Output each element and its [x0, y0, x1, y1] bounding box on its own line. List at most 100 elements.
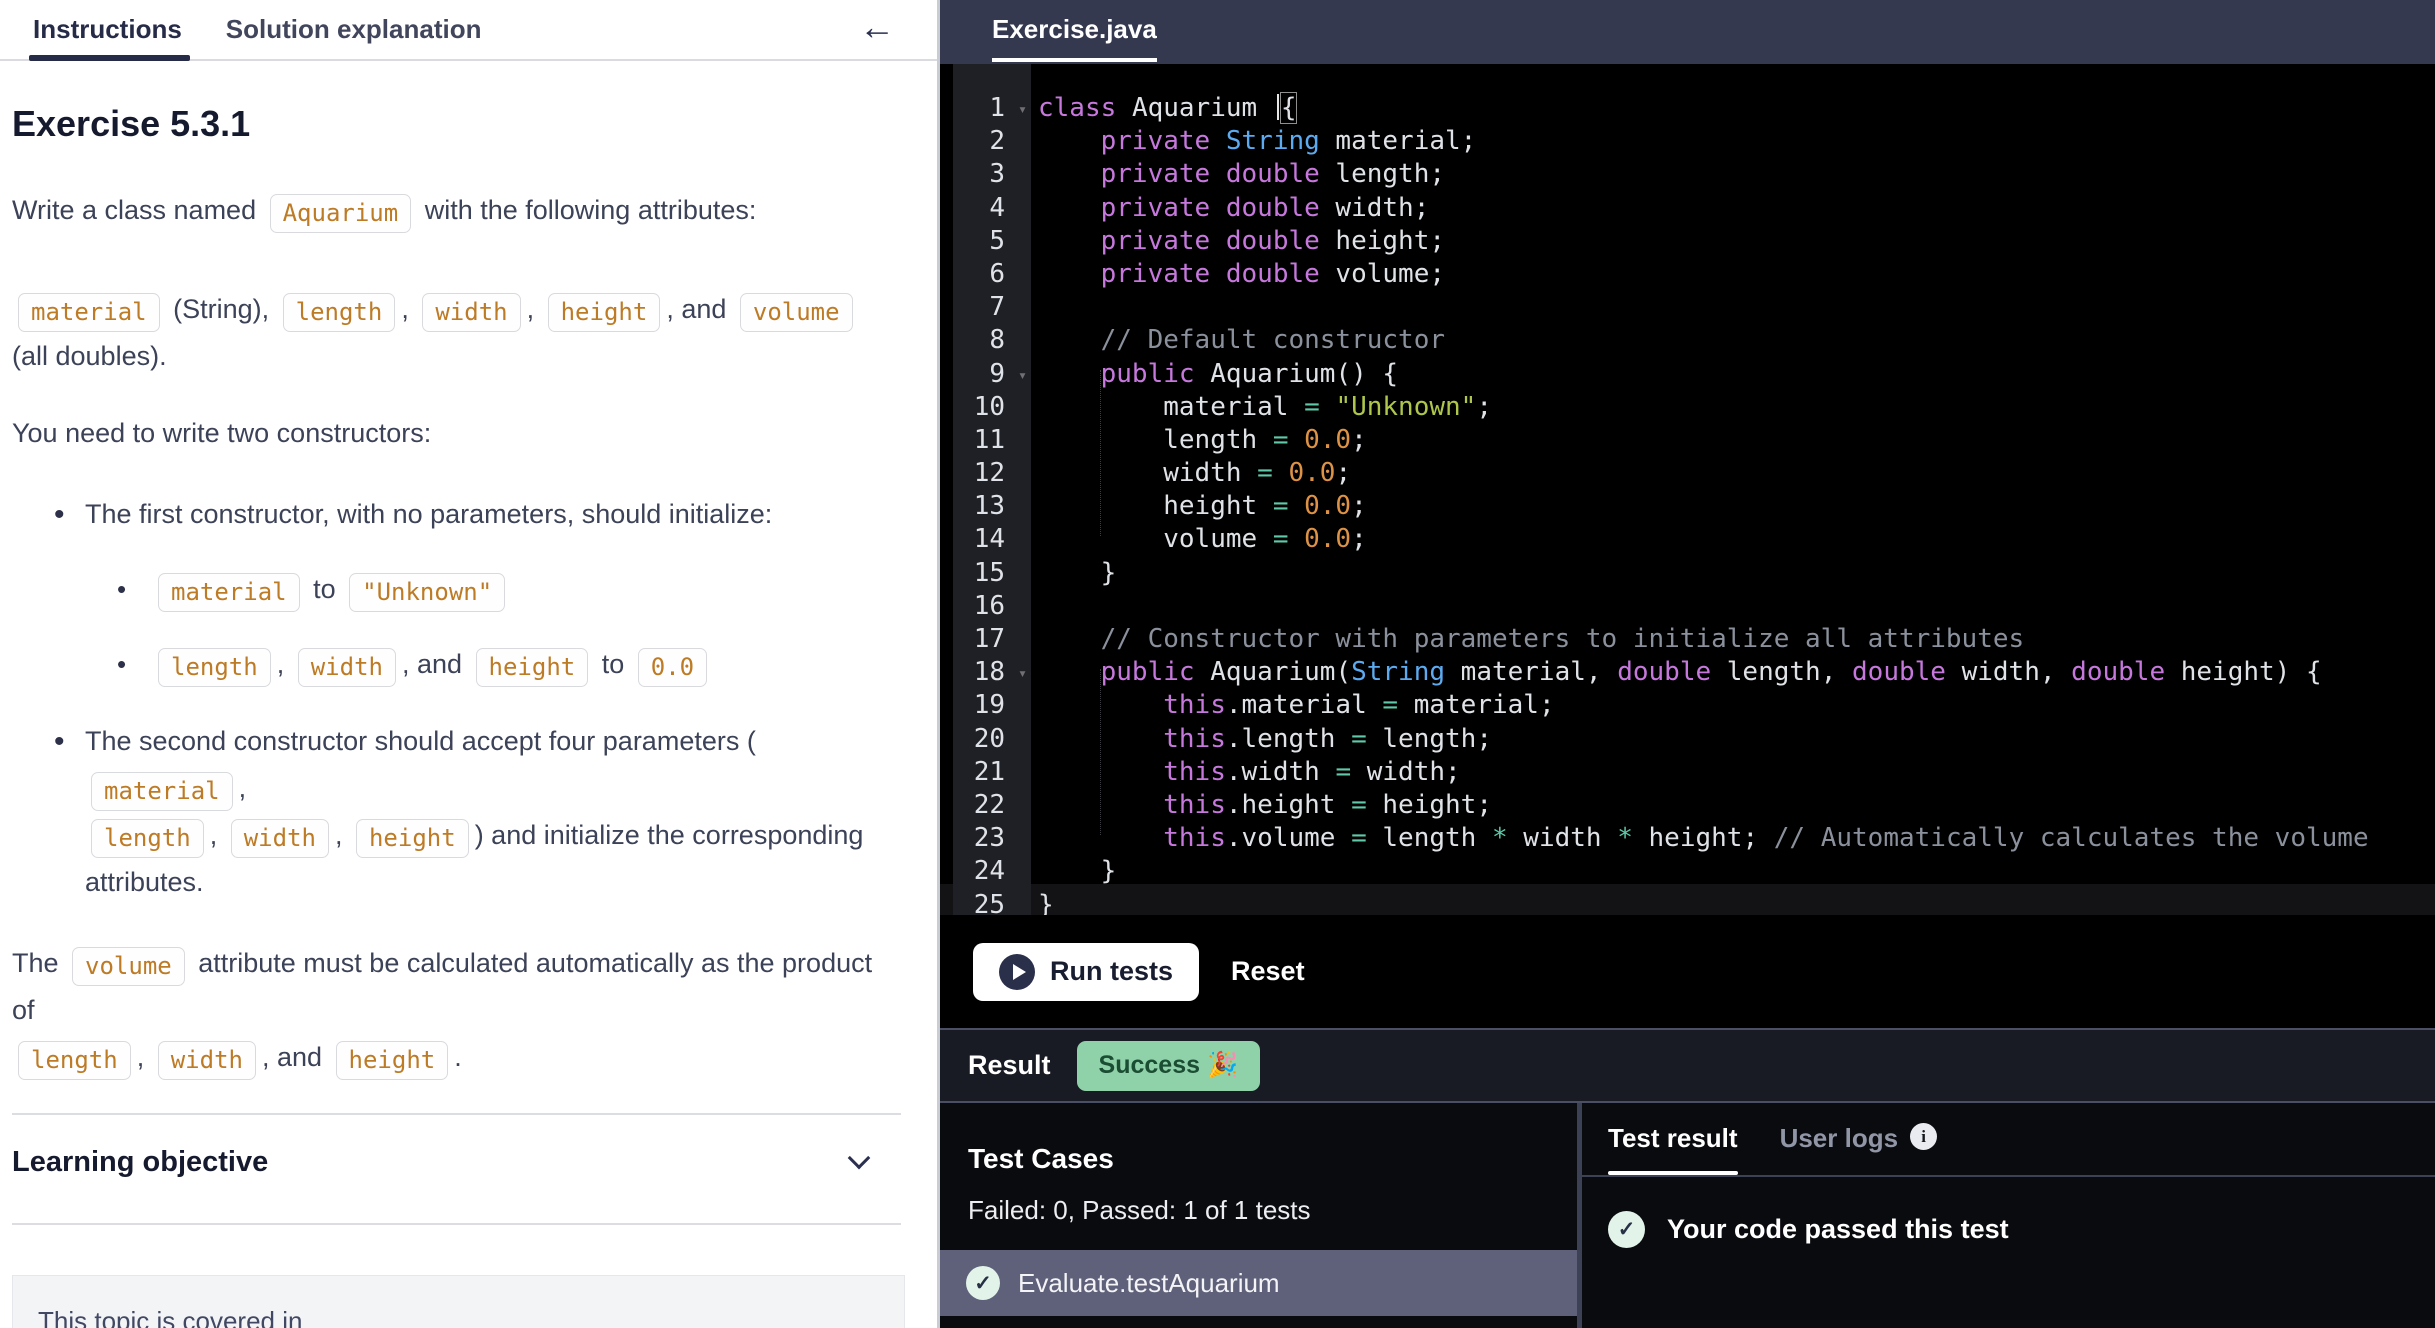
- test-result-content: Your code passed this test: [1608, 1211, 2435, 1248]
- back-arrow-icon[interactable]: ←: [859, 6, 895, 48]
- play-icon: [999, 954, 1035, 990]
- line-number: 23: [953, 823, 1031, 856]
- result-bar: Result Success 🎉: [940, 1028, 2435, 1103]
- constructors-paragraph: You need to write two constructors:: [12, 410, 901, 457]
- code-line[interactable]: public Aquarium() {: [1038, 359, 2435, 392]
- code-line[interactable]: }: [1038, 890, 2435, 916]
- test-result-panel: Test result User logs Your code passed t…: [1582, 1103, 2435, 1328]
- code-line[interactable]: [1038, 591, 2435, 624]
- inline-code-chip: 0.0: [638, 648, 707, 687]
- line-number: 5: [953, 226, 1031, 259]
- fold-arrow-icon[interactable]: ▾: [1018, 366, 1027, 384]
- inline-code-chip: width: [231, 819, 329, 858]
- inline-code-chip: length: [283, 293, 396, 332]
- code-line[interactable]: private String material;: [1038, 126, 2435, 159]
- inline-code-chip: width: [298, 648, 396, 687]
- inline-code-chip: Aquarium: [270, 194, 412, 233]
- user-logs-label: User logs: [1780, 1123, 1899, 1154]
- bullet-item-first-constructor: The first constructor, with no parameter…: [12, 491, 901, 688]
- test-result-tab-bar: Test result User logs: [1582, 1103, 2435, 1177]
- result-label: Result: [968, 1050, 1051, 1081]
- tab-exercise-java[interactable]: Exercise.java: [992, 0, 1157, 62]
- code-line[interactable]: material = "Unknown";: [1038, 392, 2435, 425]
- inline-code-chip: length: [18, 1041, 131, 1080]
- covered-lead-text: This topic is covered in: [38, 1306, 904, 1328]
- code-editor[interactable]: 1▾23456789▾101112131415161718▾1920212223…: [940, 64, 2435, 915]
- tab-instructions[interactable]: Instructions: [33, 0, 182, 59]
- editor-code[interactable]: class Aquarium { private String material…: [1031, 64, 2435, 915]
- code-line[interactable]: this.length = length;: [1038, 724, 2435, 757]
- code-line[interactable]: volume = 0.0;: [1038, 524, 2435, 557]
- reset-button[interactable]: Reset: [1231, 956, 1305, 987]
- code-line[interactable]: this.width = width;: [1038, 757, 2435, 790]
- inline-code-chip: volume: [740, 293, 853, 332]
- code-line[interactable]: this.material = material;: [1038, 690, 2435, 723]
- exercise-title: Exercise 5.3.1: [12, 103, 901, 145]
- inline-code-chip: width: [158, 1041, 256, 1080]
- tab-user-logs[interactable]: User logs: [1780, 1123, 1938, 1175]
- divider: [12, 1223, 901, 1225]
- line-number: 24: [953, 856, 1031, 889]
- fold-arrow-icon[interactable]: ▾: [1018, 100, 1027, 118]
- fold-arrow-icon[interactable]: ▾: [1018, 664, 1027, 682]
- code-line[interactable]: private double length;: [1038, 159, 2435, 192]
- code-line[interactable]: }: [1038, 856, 2435, 889]
- inline-code-chip: length: [91, 819, 204, 858]
- tab-test-result[interactable]: Test result: [1608, 1123, 1738, 1175]
- test-case-name: Evaluate.testAquarium: [1018, 1268, 1280, 1299]
- sub-bullet-material: material to "Unknown": [85, 566, 901, 613]
- test-case-row[interactable]: Evaluate.testAquarium: [940, 1250, 1577, 1316]
- test-cases-summary: Failed: 0, Passed: 1 of 1 tests: [968, 1195, 1577, 1226]
- code-line[interactable]: }: [1038, 558, 2435, 591]
- code-line[interactable]: // Constructor with parameters to initia…: [1038, 624, 2435, 657]
- line-number: 10: [953, 392, 1031, 425]
- line-number: 1▾: [953, 93, 1031, 126]
- code-line[interactable]: this.height = height;: [1038, 790, 2435, 823]
- check-icon: [1608, 1211, 1645, 1248]
- code-line[interactable]: width = 0.0;: [1038, 458, 2435, 491]
- run-tests-button[interactable]: Run tests: [973, 943, 1199, 1001]
- bullet-item-second-constructor: The second constructor should accept fou…: [12, 718, 901, 906]
- line-number: 15: [953, 558, 1031, 591]
- success-badge: Success 🎉: [1077, 1041, 1261, 1091]
- line-number: 25: [953, 890, 1031, 916]
- editor-tab-bar: Exercise.java: [940, 0, 2435, 64]
- line-number: 16: [953, 591, 1031, 624]
- code-line[interactable]: private double height;: [1038, 226, 2435, 259]
- bullet-text: The first constructor, with no parameter…: [85, 491, 901, 538]
- line-number: 18▾: [953, 657, 1031, 690]
- code-line[interactable]: private double volume;: [1038, 259, 2435, 292]
- check-icon: [966, 1266, 1000, 1300]
- test-passed-message: Your code passed this test: [1667, 1214, 2009, 1245]
- code-line[interactable]: // Default constructor: [1038, 325, 2435, 358]
- instructions-content: Exercise 5.3.1 Write a class named Aquar…: [0, 103, 937, 1328]
- code-line[interactable]: private double width;: [1038, 193, 2435, 226]
- instruction-paragraph: Write a class named Aquarium with the fo…: [12, 187, 901, 234]
- test-cases-title: Test Cases: [968, 1143, 1577, 1175]
- line-number: 19: [953, 690, 1031, 723]
- inline-code-chip: height: [548, 293, 661, 332]
- line-number: 3: [953, 159, 1031, 192]
- editor-gutter: 1▾23456789▾101112131415161718▾1920212223…: [953, 64, 1031, 915]
- inline-code-chip: material: [91, 772, 233, 811]
- attributes-paragraph: material (String), length, width, height…: [12, 286, 901, 380]
- line-number: 20: [953, 724, 1031, 757]
- line-number: 8: [953, 325, 1031, 358]
- code-line[interactable]: class Aquarium {: [1038, 93, 2435, 126]
- inline-code-chip: volume: [72, 947, 185, 986]
- inline-code-chip: material: [158, 573, 300, 612]
- code-line[interactable]: [1038, 292, 2435, 325]
- code-line[interactable]: length = 0.0;: [1038, 425, 2435, 458]
- code-line[interactable]: height = 0.0;: [1038, 491, 2435, 524]
- code-line[interactable]: public Aquarium(String material, double …: [1038, 657, 2435, 690]
- inline-code-chip: length: [158, 648, 271, 687]
- tab-solution-explanation[interactable]: Solution explanation: [226, 0, 482, 59]
- inline-code-chip: height: [476, 648, 589, 687]
- instructions-panel: Instructions Solution explanation ← Exer…: [0, 0, 940, 1328]
- test-section: Test Cases Failed: 0, Passed: 1 of 1 tes…: [940, 1103, 2435, 1328]
- line-number: 9▾: [953, 359, 1031, 392]
- line-number: 17: [953, 624, 1031, 657]
- learning-objective-header[interactable]: Learning objective: [12, 1133, 901, 1191]
- code-line[interactable]: this.volume = length * width * height; /…: [1038, 823, 2435, 856]
- test-cases-panel: Test Cases Failed: 0, Passed: 1 of 1 tes…: [940, 1103, 1582, 1328]
